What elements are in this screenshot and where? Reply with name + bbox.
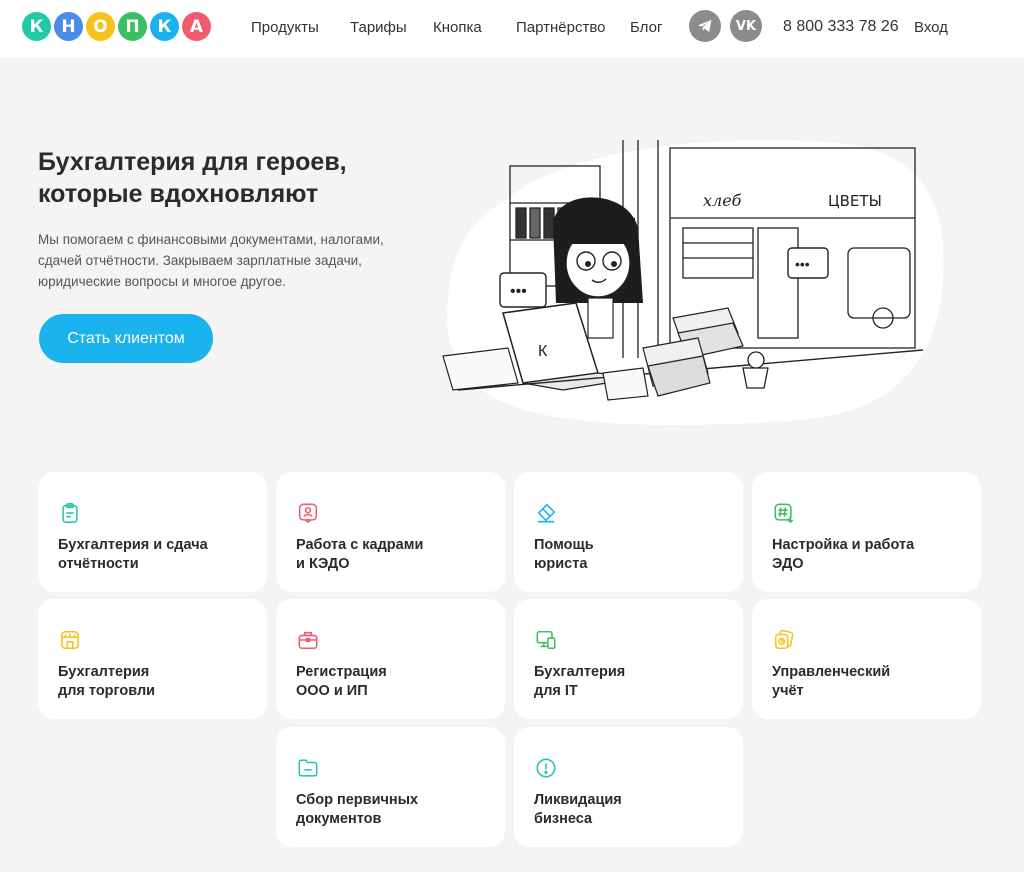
folder-icon: [298, 759, 318, 777]
service-card-title: Бухгалтерия и сдача отчётности: [58, 537, 208, 572]
logo-letter: П: [118, 12, 147, 41]
service-card-hr[interactable]: Работа с кадрами и КЭДО: [276, 472, 505, 592]
site-header: К Н О П К А Продукты Тарифы Кнопка Партн…: [0, 0, 1024, 58]
service-card-trade[interactable]: Бухгалтерия для торговли: [38, 599, 267, 719]
service-card-title: Помощь юриста: [534, 537, 594, 572]
service-card-title: Ликвидация бизнеса: [534, 792, 622, 827]
svg-text:К: К: [538, 343, 548, 360]
logo-letter: К: [150, 12, 179, 41]
login-link[interactable]: Вход: [914, 19, 948, 36]
logo[interactable]: К Н О П К А: [22, 12, 211, 41]
nav-link-blog[interactable]: Блог: [630, 19, 662, 36]
eraser-icon: [537, 503, 556, 523]
logo-letter: Н: [54, 12, 83, 41]
telegram-button[interactable]: [689, 10, 721, 42]
service-card-accounting[interactable]: Бухгалтерия и сдача отчётности: [38, 472, 267, 592]
service-card-it[interactable]: Бухгалтерия для IT: [514, 599, 743, 719]
hashtag-download-icon: [774, 503, 794, 524]
service-card-lawyer[interactable]: Помощь юриста: [514, 472, 743, 592]
service-card-title: Бухгалтерия для IT: [534, 664, 626, 699]
nav-link-partnership[interactable]: Партнёрство: [516, 19, 606, 36]
service-card-primary-documents[interactable]: Сбор первичных документов: [276, 727, 505, 847]
alert-circle-icon: [536, 758, 556, 778]
devices-icon: [536, 630, 556, 650]
service-card-title: Настройка и работа ЭДО: [772, 537, 915, 572]
clipboard-icon: [62, 503, 78, 523]
service-card-title: Сбор первичных документов: [296, 792, 419, 827]
svg-text:•••: •••: [510, 283, 527, 300]
service-card-title: Бухгалтерия для торговли: [58, 664, 156, 699]
nav-link-pricing[interactable]: Тарифы: [350, 19, 407, 36]
service-card-title: Управленческий учёт: [772, 664, 891, 699]
phone-number[interactable]: 8 800 333 78 26: [783, 18, 899, 36]
nav-link-products[interactable]: Продукты: [251, 19, 319, 36]
telegram-icon: [697, 20, 712, 32]
logo-letter: О: [86, 12, 115, 41]
service-card-management[interactable]: Управленческий учёт: [752, 599, 981, 719]
vk-button[interactable]: VK: [730, 10, 762, 42]
shop-icon: [60, 630, 80, 650]
hero-illustration: хлеб ЦВЕТЫ ••• ••• К: [442, 140, 944, 425]
hero-description: Мы помогаем с финансовыми документами, н…: [38, 232, 384, 289]
briefcase-icon: [298, 631, 318, 650]
service-card-title: Работа с кадрами и КЭДО: [296, 537, 424, 572]
svg-text:ЦВЕТЫ: ЦВЕТЫ: [828, 192, 882, 210]
become-client-button[interactable]: Стать клиентом: [39, 314, 213, 363]
logo-letter: К: [22, 12, 51, 41]
hero-title: Бухгалтерия для героев, которые вдохновл…: [38, 148, 347, 208]
logo-letter: А: [182, 12, 211, 41]
service-card-title: Регистрация ООО и ИП: [296, 664, 387, 699]
nav-link-knopka[interactable]: Кнопка: [433, 19, 482, 36]
svg-text:хлеб: хлеб: [703, 191, 742, 210]
user-document-icon: [298, 503, 318, 524]
vk-icon: VK: [735, 18, 757, 34]
documents-icon: [774, 629, 794, 650]
service-card-edo[interactable]: Настройка и работа ЭДО: [752, 472, 981, 592]
service-card-liquidation[interactable]: Ликвидация бизнеса: [514, 727, 743, 847]
service-card-registration[interactable]: Регистрация ООО и ИП: [276, 599, 505, 719]
svg-text:•••: •••: [795, 256, 810, 272]
